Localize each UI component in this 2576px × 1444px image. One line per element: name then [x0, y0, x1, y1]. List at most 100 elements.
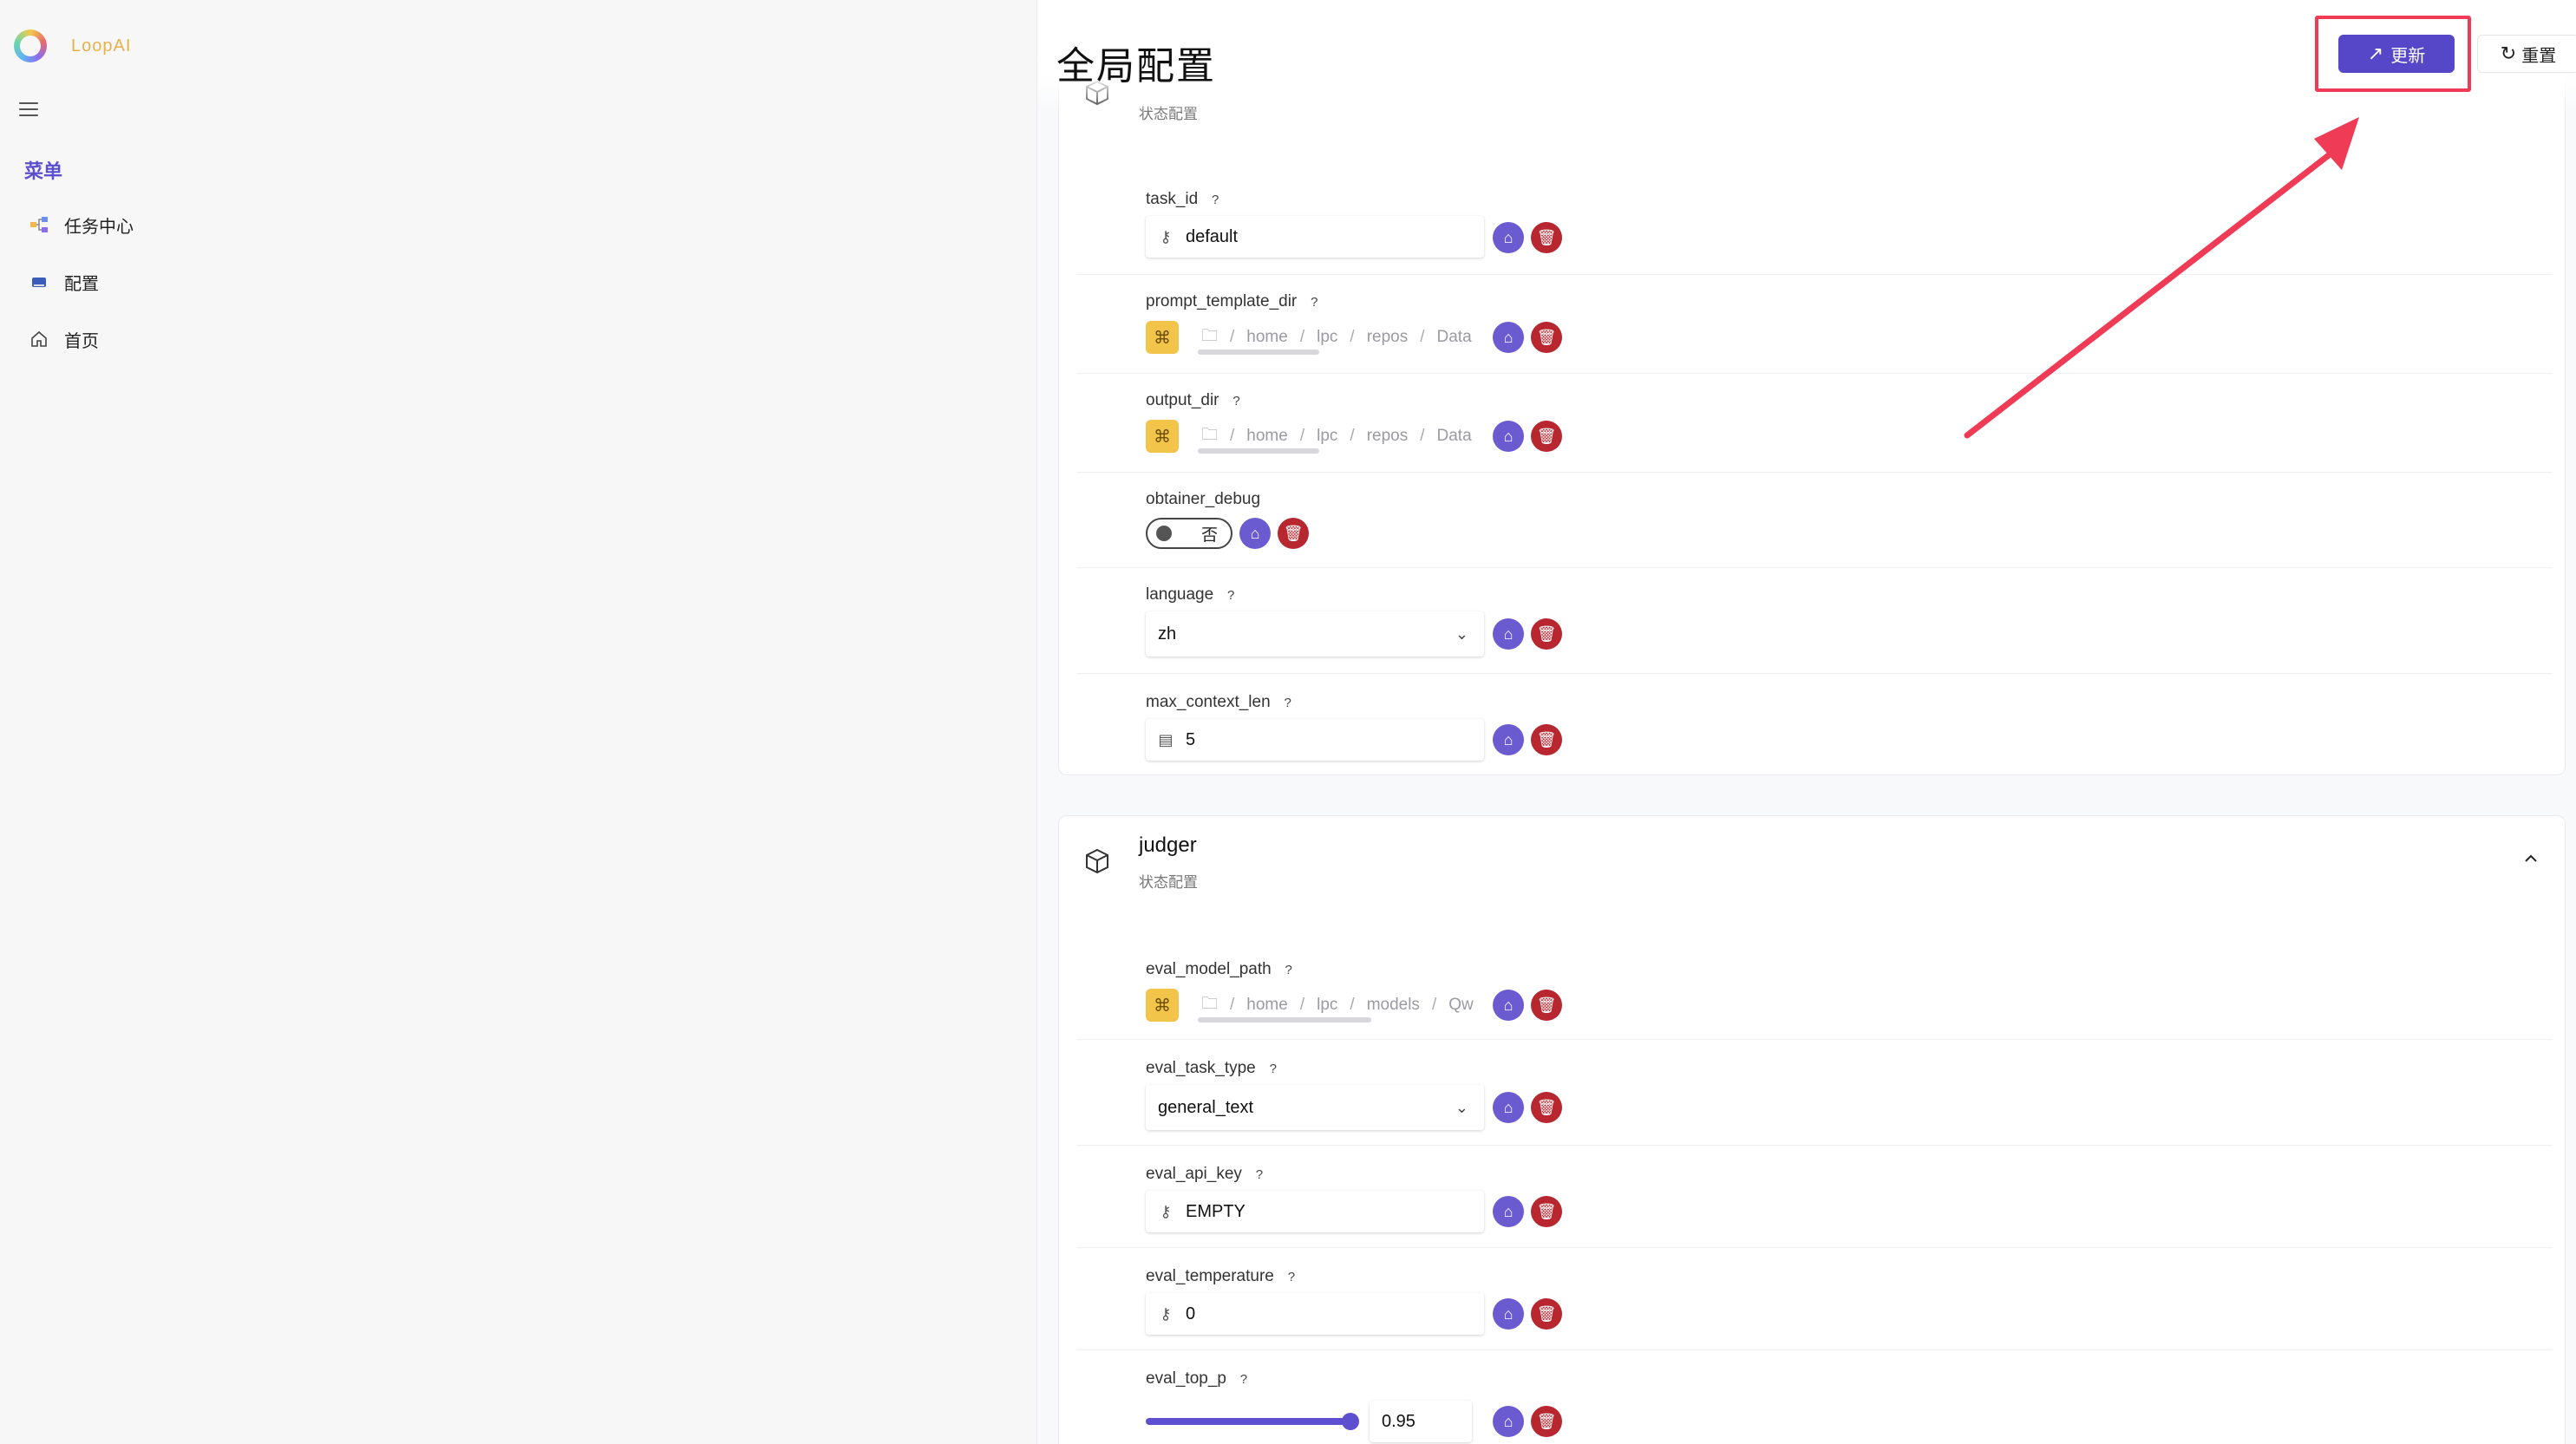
save-button[interactable]: ⌂	[1493, 421, 1524, 452]
language-select[interactable]: zh ⌄	[1146, 611, 1484, 657]
delete-button[interactable]: 🗑	[1531, 1406, 1562, 1437]
sidebar-item-home[interactable]: 首页	[28, 325, 99, 353]
debug-toggle[interactable]: 否	[1146, 518, 1232, 549]
help-icon[interactable]: ?	[1206, 191, 1224, 208]
save-button[interactable]: ⌂	[1239, 518, 1271, 549]
delete-button[interactable]: 🗑	[1278, 518, 1309, 549]
save-button[interactable]: ⌂	[1493, 1196, 1524, 1227]
delete-button[interactable]: 🗑	[1531, 421, 1562, 452]
slider-thumb[interactable]	[1342, 1413, 1359, 1430]
help-icon[interactable]: ?	[1235, 1370, 1252, 1388]
save-button[interactable]: ⌂	[1493, 1092, 1524, 1123]
delete-button[interactable]: 🗑	[1531, 618, 1562, 650]
reset-label: 重置	[2521, 46, 2557, 66]
save-icon: ⌂	[1250, 524, 1260, 542]
path-crumb[interactable]: lpc	[1317, 427, 1337, 446]
trash-icon: 🗑	[1536, 996, 1557, 1014]
app-logo[interactable]: LoopAI	[14, 29, 131, 62]
path-breadcrumb[interactable]: 🗀 / home / lpc / repos / Data	[1189, 417, 1484, 455]
delete-button[interactable]: 🗑	[1531, 322, 1562, 353]
delete-button[interactable]: 🗑	[1531, 222, 1562, 253]
folder-icon: 🗀	[1201, 426, 1219, 444]
reset-button[interactable]: ↻ 重置	[2477, 35, 2576, 73]
horizontal-scrollbar[interactable]	[1198, 1017, 1371, 1023]
save-button[interactable]: ⌂	[1493, 990, 1524, 1021]
field-label: obtainer_debug	[1146, 490, 1260, 509]
menu-toggle-icon[interactable]	[19, 102, 38, 118]
path-crumb[interactable]: Data	[1437, 427, 1472, 446]
path-crumb[interactable]: home	[1246, 328, 1288, 347]
save-button[interactable]: ⌂	[1493, 322, 1524, 353]
main-content: 状态配置 task_id ? ⚷ default ⌂ 🗑 prompt_temp…	[1037, 0, 2576, 1444]
eval-api-key-input[interactable]: ⚷ EMPTY	[1146, 1191, 1484, 1232]
delete-button[interactable]: 🗑	[1531, 1092, 1562, 1123]
toggle-knob	[1156, 526, 1172, 541]
field-label: eval_model_path ?	[1146, 960, 1298, 979]
field-label-text: max_context_len	[1146, 693, 1271, 711]
field-label-text: eval_temperature	[1146, 1267, 1274, 1285]
help-icon[interactable]: ?	[1283, 1268, 1300, 1285]
path-breadcrumb[interactable]: 🗀 / home / lpc / repos / Data	[1189, 318, 1484, 356]
update-button[interactable]: ↗ 更新	[2338, 35, 2455, 73]
path-crumb[interactable]: repos	[1367, 427, 1409, 446]
path-crumb[interactable]: home	[1246, 996, 1288, 1015]
folder-picker-button[interactable]: ⌘	[1146, 989, 1179, 1022]
eval-temperature-input[interactable]: ⚷ 0	[1146, 1293, 1484, 1335]
eval-temperature-value: 0	[1186, 1304, 1196, 1323]
task-id-input[interactable]: ⚷ default	[1146, 216, 1484, 258]
card-subtitle: 状态配置	[1139, 874, 1198, 891]
path-crumb[interactable]: home	[1246, 427, 1288, 446]
delete-button[interactable]: 🗑	[1531, 1196, 1562, 1227]
help-icon[interactable]: ?	[1279, 694, 1297, 711]
sidebar-item-task-center[interactable]: 任务中心	[28, 211, 134, 238]
sidebar-item-config[interactable]: 配置	[28, 268, 99, 296]
help-icon[interactable]: ?	[1251, 1166, 1268, 1183]
folder-picker-button[interactable]: ⌘	[1146, 321, 1179, 354]
field-row-output-dir: output_dir ? ⌘ 🗀 / home / lpc / repos / Data…	[1076, 374, 2553, 473]
horizontal-scrollbar[interactable]	[1198, 350, 1319, 355]
path-crumb[interactable]: lpc	[1317, 996, 1337, 1015]
path-crumb[interactable]: Qw	[1448, 996, 1474, 1015]
chevron-up-icon[interactable]	[2521, 849, 2540, 868]
folder-picker-button[interactable]: ⌘	[1146, 420, 1179, 453]
delete-button[interactable]: 🗑	[1531, 724, 1562, 755]
eval-api-key-value: EMPTY	[1186, 1201, 1246, 1221]
number-icon: ▤	[1158, 730, 1174, 748]
path-breadcrumb[interactable]: 🗀 / home / lpc / models / Qw	[1189, 986, 1484, 1024]
help-icon[interactable]: ?	[1228, 392, 1246, 409]
max-context-len-input[interactable]: ▤ 5	[1146, 719, 1484, 761]
help-icon[interactable]: ?	[1280, 961, 1298, 978]
eval-task-type-select[interactable]: general_text ⌄	[1146, 1085, 1484, 1130]
logo-text: LoopAI	[71, 36, 132, 56]
save-icon: ⌂	[1503, 1098, 1514, 1116]
field-label-text: eval_api_key	[1146, 1165, 1242, 1183]
field-label-text: obtainer_debug	[1146, 490, 1261, 508]
field-label: max_context_len ?	[1146, 693, 1297, 712]
path-crumb[interactable]: Data	[1437, 328, 1472, 347]
save-button[interactable]: ⌂	[1493, 222, 1524, 253]
delete-button[interactable]: 🗑	[1531, 990, 1562, 1021]
path-crumb[interactable]: models	[1367, 996, 1420, 1015]
path-crumb[interactable]: repos	[1367, 328, 1409, 347]
field-row-task-id: task_id ? ⚷ default ⌂ 🗑	[1076, 171, 2553, 275]
path-crumb[interactable]: lpc	[1317, 328, 1337, 347]
field-row-eval-api-key: eval_api_key ? ⚷ EMPTY ⌂ 🗑	[1076, 1146, 2553, 1248]
path-picker: ⌘ 🗀 / home / lpc / repos / Data	[1146, 318, 1484, 356]
help-icon[interactable]: ?	[1305, 293, 1323, 310]
field-row-eval-model-path: eval_model_path ? ⌘ 🗀 / home / lpc / models…	[1076, 941, 2553, 1040]
top-p-slider[interactable]	[1146, 1413, 1359, 1430]
refresh-icon: ↻	[2500, 42, 2517, 64]
save-button[interactable]: ⌂	[1493, 724, 1524, 755]
save-button[interactable]: ⌂	[1493, 1298, 1524, 1330]
chevron-down-icon: ⌄	[1455, 624, 1468, 643]
delete-button[interactable]: 🗑	[1531, 1298, 1562, 1330]
package-icon	[1083, 847, 1111, 875]
top-p-input[interactable]: 0.95	[1370, 1401, 1472, 1442]
help-icon[interactable]: ?	[1222, 586, 1239, 604]
save-button[interactable]: ⌂	[1493, 1406, 1524, 1437]
horizontal-scrollbar[interactable]	[1198, 448, 1319, 454]
save-button[interactable]: ⌂	[1493, 618, 1524, 650]
field-label-text: eval_task_type	[1146, 1059, 1256, 1077]
field-label-text: eval_top_p	[1146, 1369, 1226, 1388]
help-icon[interactable]: ?	[1265, 1060, 1282, 1077]
